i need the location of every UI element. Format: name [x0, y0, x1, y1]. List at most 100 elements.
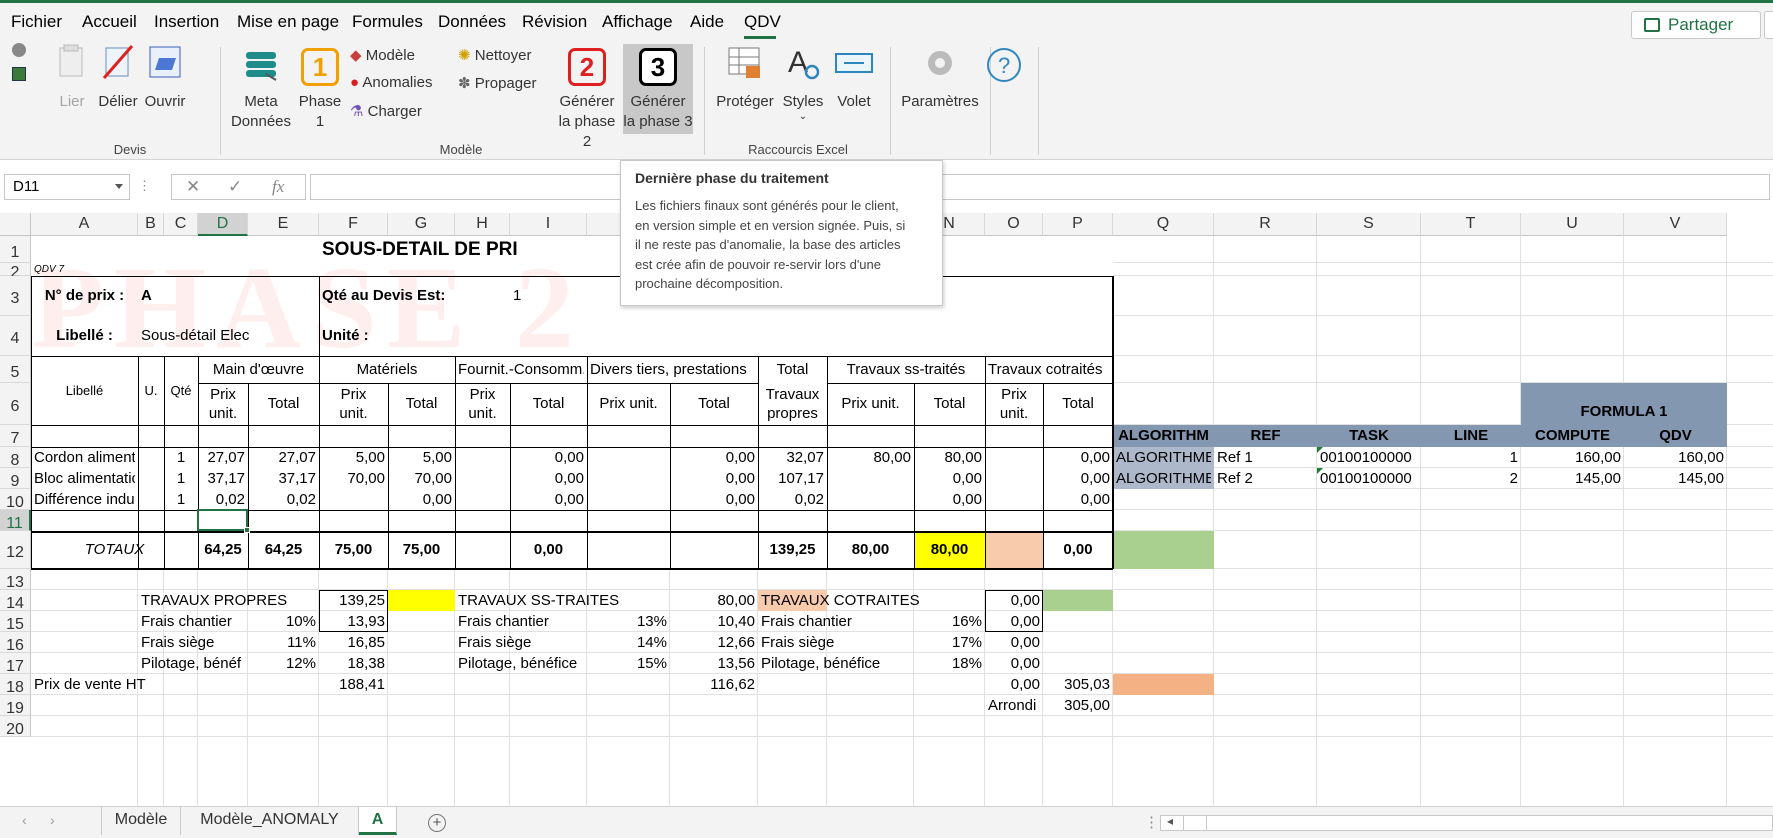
recap-row-label[interactable]: Frais siège	[458, 632, 584, 653]
totaux-four-total[interactable]: 0,00	[513, 531, 584, 569]
recap-row-pct[interactable]: 13%	[590, 611, 667, 632]
prix-label[interactable]: N° de prix :	[34, 276, 135, 316]
formula-cell[interactable]: 145,00	[1524, 468, 1621, 489]
line-four-total[interactable]: 0,00	[513, 447, 584, 468]
recap-row-value[interactable]: 10,40	[673, 611, 755, 632]
hdr-mo-pu-1[interactable]: Prix	[201, 383, 245, 404]
line-cot-total[interactable]: 0,00	[1046, 468, 1110, 489]
line-libelle[interactable]: Différence induite	[34, 489, 135, 510]
line-qte[interactable]: 1	[167, 489, 195, 510]
hdr-libelle[interactable]: Libellé	[34, 356, 135, 425]
tab-modele[interactable]: Modèle	[101, 807, 181, 835]
formula-title[interactable]: FORMULA 1	[1524, 383, 1724, 425]
line-div-total[interactable]: 0,00	[673, 489, 755, 510]
recap-row-pct[interactable]: 16%	[917, 611, 982, 632]
tab-a[interactable]: A	[359, 807, 397, 835]
line-sst-pu[interactable]: 80,00	[830, 447, 911, 468]
formula-cell[interactable]: Ref 2	[1217, 468, 1314, 489]
recap-sst-value[interactable]: 80,00	[673, 590, 755, 611]
qte-label[interactable]: Qté au Devis Est:	[322, 276, 507, 316]
pv-cot[interactable]: 0,00	[988, 674, 1040, 695]
prix-value[interactable]: A	[141, 276, 245, 316]
recap-row-label[interactable]: Frais chantier	[761, 611, 911, 632]
scroll-left-icon[interactable]: ◂	[1167, 814, 1173, 828]
line-div-total[interactable]: 0,00	[673, 468, 755, 489]
line-mat-pu[interactable]: 70,00	[322, 468, 385, 489]
line-mo-total[interactable]: 27,07	[251, 447, 316, 468]
hdr-total[interactable]: Total	[1046, 383, 1110, 425]
line-travaux-propres[interactable]: 107,17	[761, 468, 824, 489]
recap-row-label[interactable]: Pilotage, bénéfice	[458, 653, 584, 674]
hdr-total-3[interactable]: propres	[761, 403, 824, 425]
line-cot-total[interactable]: 0,00	[1046, 447, 1110, 468]
hdr-main-oeuvre[interactable]: Main d'œuvre	[201, 356, 316, 383]
formula-cell[interactable]: Ref 1	[1217, 447, 1314, 468]
recap-row-pct[interactable]: 12%	[251, 653, 316, 674]
line-travaux-propres[interactable]: 32,07	[761, 447, 824, 468]
line-four-total[interactable]: 0,00	[513, 489, 584, 510]
arrondi-label[interactable]: Arrondi	[988, 695, 1040, 716]
pv-total[interactable]: 305,03	[1046, 674, 1110, 695]
recap-row-pct[interactable]: 11%	[251, 632, 316, 653]
tab-next-icon[interactable]: ›	[50, 812, 55, 828]
formula-cell[interactable]: 1	[1424, 447, 1518, 468]
recap-row-label[interactable]: Frais siège	[761, 632, 911, 653]
formula-cell[interactable]: 2	[1424, 468, 1518, 489]
selected-cell[interactable]	[197, 509, 248, 531]
line-sst-total[interactable]: 80,00	[917, 447, 982, 468]
recap-row-label[interactable]: Pilotage, bénéf	[141, 653, 245, 674]
recap-row-value[interactable]: 12,66	[673, 632, 755, 653]
line-mat-pu[interactable]	[322, 489, 385, 510]
line-travaux-propres[interactable]: 0,02	[761, 489, 824, 510]
line-mo-pu[interactable]: 37,17	[201, 468, 245, 489]
totaux-sst-pu[interactable]: 80,00	[830, 531, 911, 569]
scroll-thumb[interactable]	[1183, 816, 1207, 830]
formula-cell[interactable]: 145,00	[1627, 468, 1724, 489]
libelle-value[interactable]: Sous-détail Elec	[141, 316, 316, 356]
line-mo-total[interactable]: 37,17	[251, 468, 316, 489]
horizontal-scrollbar[interactable]: ◂	[1160, 814, 1773, 831]
recap-row-value[interactable]: 13,56	[673, 653, 755, 674]
hdr-total[interactable]: Total	[917, 383, 982, 425]
pv-label[interactable]: Prix de vente HT	[34, 674, 195, 695]
hdr-cot-pu-2[interactable]: unit.	[988, 404, 1040, 425]
hdr-total[interactable]: Total	[673, 383, 755, 425]
hdr-total-2[interactable]: Travaux	[761, 383, 824, 403]
formula-cell[interactable]: 160,00	[1524, 447, 1621, 468]
line-sst-total[interactable]: 0,00	[917, 489, 982, 510]
line-mat-total[interactable]: 0,00	[391, 489, 452, 510]
pv-tp[interactable]: 188,41	[322, 674, 385, 695]
recap-row-label[interactable]: Frais siège	[141, 632, 245, 653]
add-sheet-icon[interactable]: +	[428, 814, 446, 832]
hdr-total[interactable]: Total	[513, 383, 584, 425]
hdr-u[interactable]: U.	[141, 356, 161, 425]
formula-cell[interactable]: 00100100000	[1320, 468, 1418, 489]
line-libelle[interactable]: Bloc alimentation	[34, 468, 135, 489]
recap-row-value[interactable]: 0,00	[988, 632, 1040, 653]
pv-sst[interactable]: 116,62	[673, 674, 755, 695]
libelle-label[interactable]: Libellé :	[34, 316, 135, 356]
hdr-qte[interactable]: Qté	[167, 356, 195, 425]
tab-prev-icon[interactable]: ‹	[22, 812, 27, 828]
recap-row-label[interactable]: Frais chantier	[141, 611, 245, 632]
qdv-tag[interactable]: QDV 7	[34, 263, 135, 276]
hdr-mat-pu-2[interactable]: unit.	[322, 404, 385, 425]
formula-cell[interactable]: 00100100000	[1320, 447, 1418, 468]
hdr-total-1[interactable]: Total	[761, 356, 824, 383]
formula-cell[interactable]: ALGORITHME	[1116, 447, 1211, 468]
totaux-mo-total[interactable]: 64,25	[251, 531, 316, 569]
recap-cot-label[interactable]: TRAVAUX COTRAITES	[761, 590, 982, 611]
hdr-materiels[interactable]: Matériels	[322, 356, 452, 383]
hdr-div-pu[interactable]: Prix unit.	[590, 383, 667, 425]
line-sst-pu[interactable]	[830, 468, 911, 489]
hdr-mo-pu-2[interactable]: unit.	[201, 404, 245, 425]
totaux-mo-pu[interactable]: 64,25	[201, 531, 245, 569]
drag-handle-icon[interactable]: ⋮	[1144, 813, 1159, 831]
line-mat-pu[interactable]: 5,00	[322, 447, 385, 468]
totaux-mat-pu[interactable]: 75,00	[322, 531, 385, 569]
hdr-four-pu-1[interactable]: Prix	[458, 383, 507, 404]
line-mo-pu[interactable]: 27,07	[201, 447, 245, 468]
line-mo-pu[interactable]: 0,02	[201, 489, 245, 510]
formula-header[interactable]: COMPUTE	[1524, 425, 1621, 447]
totaux-label[interactable]: TOTAUX	[34, 531, 195, 569]
